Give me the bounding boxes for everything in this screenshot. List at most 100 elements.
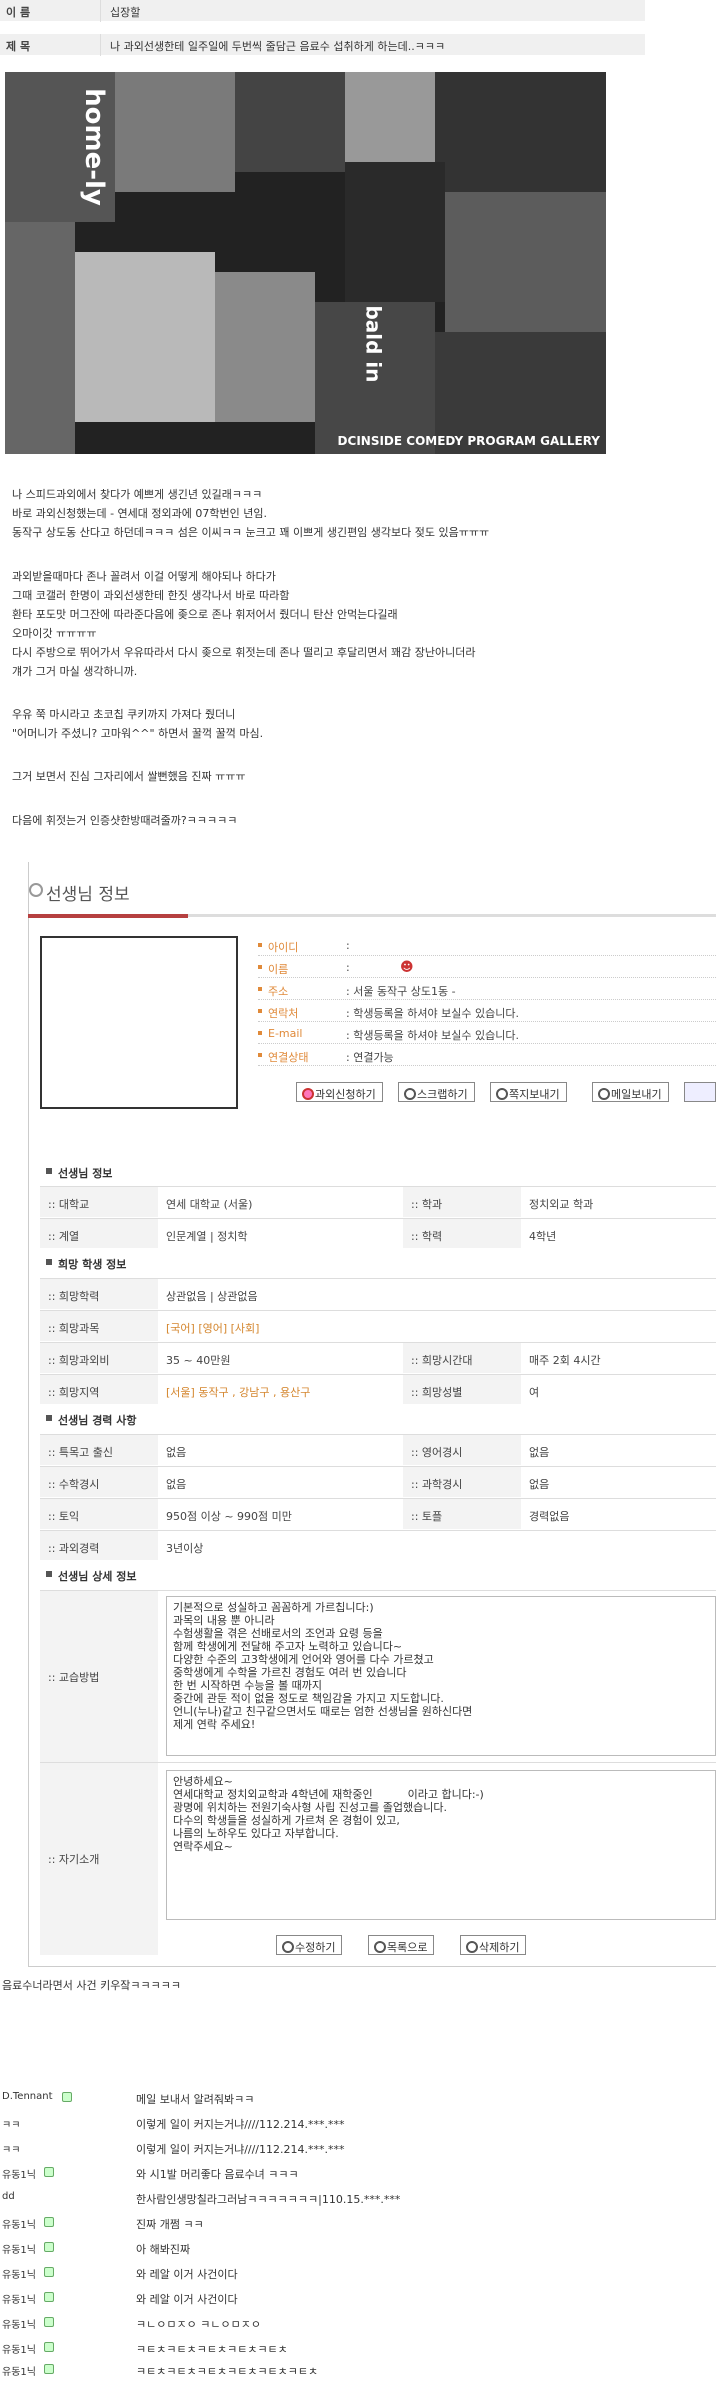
circle-icon — [29, 883, 43, 897]
bullet-icon — [258, 965, 262, 969]
gallog-icon[interactable] — [44, 2364, 54, 2374]
collage-image: home-ly bald in DCINSIDE COMEDY PROGRAM … — [5, 72, 606, 454]
comment-row: ㅋㅋ 이렇게 일이 커지는거냐////112.214.***.*** — [0, 2135, 716, 2159]
cell-label: :: 영어경시 — [411, 1446, 463, 1459]
comment-user[interactable]: 유동1닉 — [2, 2363, 36, 2378]
info-value: : 학생등록을 하셔야 보실수 있습니다. — [346, 1007, 519, 1020]
cell-label: :: 학과 — [411, 1198, 443, 1211]
apply-button[interactable]: 과외신청하기 — [296, 1082, 383, 1102]
cell-value: 없음 — [166, 1446, 187, 1459]
cell-value: 경력없음 — [529, 1510, 570, 1523]
comment-text: 한사람인생망칠라그러남ㅋㅋㅋㅋㅋㅋㅋ|110.15.***.*** — [136, 2193, 401, 2206]
comment-user[interactable]: 유동1닉 — [2, 2316, 36, 2331]
post-line: 그거 보면서 진심 그자리에서 쌀뻔했음 진짜 ㅠㅠㅠ — [12, 770, 246, 783]
photo-tile — [5, 222, 75, 454]
photo-tile — [235, 72, 345, 172]
comment-user[interactable]: 유동1닉 — [2, 2341, 36, 2356]
teacher-photo — [40, 936, 238, 1109]
info-value: : 연결가능 — [346, 1051, 394, 1064]
comment-text: 이렇게 일이 커지는거냐////112.214.***.*** — [136, 2118, 345, 2131]
mail-button[interactable]: 메일보내기 — [592, 1082, 669, 1102]
more-button[interactable] — [684, 1082, 716, 1102]
gallog-icon[interactable] — [44, 2217, 54, 2227]
photo-tile — [75, 252, 215, 422]
comment-user[interactable]: ㅋㅋ — [2, 2141, 20, 2156]
gallog-icon[interactable] — [44, 2292, 54, 2302]
cell-value: 정치외교 학과 — [529, 1198, 594, 1211]
collage-watermark: DCINSIDE COMEDY PROGRAM GALLERY — [337, 434, 600, 448]
comment-row: 유동1닉 ㅋㅌㅊㅋㅌㅊㅋㅌㅊㅋㅌㅊㅋㅌㅊㅋㅌㅊ — [0, 2357, 716, 2381]
comment-row: 유동1닉 진짜 개쩜 ㅋㅋ — [0, 2210, 716, 2234]
comment-text: ㅋㅌㅊㅋㅌㅊㅋㅌㅊㅋㅌㅊㅋㅌㅊㅋㅌㅊ — [136, 2365, 319, 2378]
info-label: 연락처 — [268, 1007, 299, 1020]
edit-button[interactable]: 수정하기 — [276, 1935, 343, 1955]
accent-bar — [28, 914, 188, 918]
info-label: 이름 — [268, 963, 289, 976]
cell-label: :: 희망성별 — [411, 1386, 463, 1399]
post-line: 나 스피드과외에서 찾다가 예쁘게 생긴년 있길래ㅋㅋㅋ — [12, 488, 263, 501]
gallog-icon[interactable] — [44, 2317, 54, 2327]
cell-label: :: 특목고 출신 — [48, 1446, 114, 1459]
table-row: :: 희망지역 [서울] 동작구 , 강남구 , 용산구 :: 희망성별 여 — [40, 1374, 716, 1405]
comment-row: 유동1닉 와 레알 이거 사건이다 — [0, 2260, 716, 2284]
comment-user[interactable]: 유동1닉 — [2, 2241, 36, 2256]
message-button[interactable]: 쪽지보내기 — [490, 1082, 567, 1102]
comment-user[interactable]: 유동1닉 — [2, 2266, 36, 2281]
cell-value: 없음 — [166, 1478, 187, 1491]
comment-row: ㅋㅋ 이렇게 일이 커지는거냐////112.214.***.*** — [0, 2110, 716, 2134]
cell-label: :: 희망학력 — [48, 1290, 100, 1303]
bullet-icon — [258, 1053, 262, 1057]
comment-user[interactable]: 유동1닉 — [2, 2291, 36, 2306]
info-row-name: 이름 : ☻ — [258, 958, 716, 978]
table-row: :: 수학경시 없음 :: 과학경시 없음 — [40, 1466, 716, 1497]
comment-text: 와 레알 이거 사건이다 — [136, 2293, 238, 2306]
info-label: 아이디 — [268, 941, 299, 954]
gallog-icon[interactable] — [44, 2167, 54, 2177]
comment-text: ㅋㅌㅊㅋㅌㅊㅋㅌㅊㅋㅌㅊㅋㅌㅊ — [136, 2343, 288, 2356]
comment-user[interactable]: ㅋㅋ — [2, 2116, 20, 2131]
cell-label: :: 수학경시 — [48, 1478, 100, 1491]
scrap-button[interactable]: 스크랩하기 — [398, 1082, 475, 1102]
method-textarea[interactable]: 기본적으로 성실하고 꼼꼼하게 가르칩니다:) 과목의 내용 뿐 아니라 수험생… — [166, 1596, 716, 1756]
comment-user[interactable]: dd — [2, 2191, 15, 2202]
intro-textarea[interactable]: 안녕하세요~ 연세대학교 정치외교학과 4학년에 재학중인 이라고 합니다:-)… — [166, 1770, 716, 1920]
cell-label: :: 대학교 — [48, 1198, 90, 1211]
gallog-icon[interactable] — [44, 2242, 54, 2252]
cell-value: 여 — [529, 1386, 540, 1399]
panel-title: 선생님 정보 — [46, 885, 130, 905]
comment-user[interactable]: 유동1닉 — [2, 2166, 36, 2181]
divider — [100, 0, 101, 22]
photo-tile — [115, 72, 235, 192]
author-name: 십장할 — [110, 6, 141, 19]
cell-value: 950점 이상 ~ 990점 미만 — [166, 1510, 292, 1523]
list-button[interactable]: 목록으로 — [368, 1935, 435, 1955]
cell-value: 인문계열 | 정치학 — [166, 1230, 248, 1243]
gallog-icon[interactable] — [62, 2092, 72, 2102]
post-line: 다시 주방으로 뛰어가서 우유따라서 다시 좆으로 휘젓는데 존나 떨리고 후달… — [12, 646, 476, 659]
section-teacher-info: 선생님 정보 — [40, 1157, 716, 1185]
info-row-id: 아이디 : — [258, 936, 716, 956]
title-label: 제 목 — [6, 40, 31, 53]
comment-text: ㅋㄴㅇㅁㅈㅇ ㅋㄴㅇㅁㅈㅇ — [136, 2318, 261, 2331]
delete-button[interactable]: 삭제하기 — [460, 1935, 527, 1955]
photo-tile — [155, 192, 255, 252]
cell-label: :: 토플 — [411, 1510, 443, 1523]
comment-user[interactable]: D.Tennant — [2, 2091, 53, 2102]
table-row: :: 희망학력 상관없음 | 상관없음 — [40, 1278, 716, 1309]
person-icon: ☻ — [400, 960, 414, 975]
comment-text: 와 시1발 머리좋다 음료수녀 ㅋㅋㅋ — [136, 2168, 299, 2181]
gallog-icon[interactable] — [44, 2267, 54, 2277]
info-label: E-mail — [268, 1027, 303, 1040]
cell-value: 연세 대학교 (서울) — [166, 1198, 253, 1211]
cell-label: :: 희망과목 — [48, 1322, 100, 1335]
comment-user[interactable]: 유동1닉 — [2, 2216, 36, 2231]
info-row-email: E-mail : 학생등록을 하셔야 보실수 있습니다. — [258, 1024, 716, 1044]
info-label: 연결상태 — [268, 1051, 309, 1064]
gallog-icon[interactable] — [44, 2342, 54, 2352]
section-detail: 선생님 상세 정보 — [40, 1560, 716, 1588]
info-value: : — [346, 961, 350, 974]
collage-vertical-text: bald in — [361, 305, 386, 383]
photo-tile — [435, 72, 606, 192]
collage-vertical-text: home-ly — [78, 88, 109, 206]
info-value: : 학생등록을 하셔야 보실수 있습니다. — [346, 1029, 519, 1042]
